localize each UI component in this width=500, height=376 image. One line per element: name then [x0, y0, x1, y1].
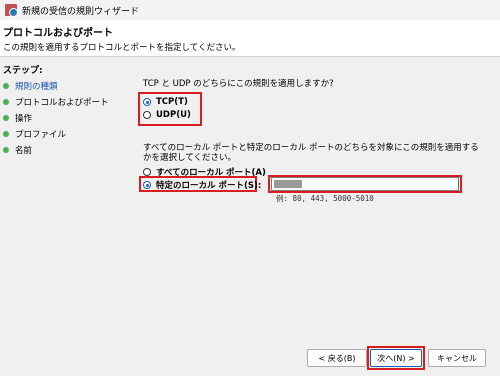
step-rule-type[interactable]: 規則の種類 — [3, 79, 58, 93]
specific-ports-input[interactable] — [271, 177, 459, 191]
step-profile[interactable]: プロファイル — [3, 127, 66, 141]
steps-title: ステップ: — [3, 66, 43, 76]
step-protocol-ports[interactable]: プロトコルおよびポート — [3, 95, 109, 109]
back-button[interactable]: < 戻る(B) — [307, 349, 367, 367]
step-label: 規則の種類 — [15, 82, 58, 92]
next-button[interactable]: 次へ(N) > — [370, 349, 422, 367]
wizard-header: プロトコルおよびポート この規則を適用するプロトコルとポートを指定してください。 — [0, 20, 500, 57]
radio-button[interactable] — [143, 111, 151, 119]
masked-port-value — [274, 180, 302, 188]
step-name[interactable]: 名前 — [3, 143, 32, 157]
tcp-label: TCP(T) — [156, 97, 188, 107]
step-status-icon — [3, 99, 9, 105]
step-label: プロファイル — [15, 130, 67, 140]
page-subtitle: この規則を適用するプロトコルとポートを指定してください。 — [3, 43, 241, 53]
specific-ports-radio[interactable]: 特定のローカル ポート(S): — [143, 179, 261, 191]
ports-question: すべてのローカル ポートと特定のローカル ポートのどちらを対象にこの規則を適用す… — [143, 143, 479, 163]
radio-button-checked[interactable] — [143, 181, 151, 189]
radio-button-checked[interactable] — [143, 98, 151, 106]
udp-label: UDP(U) — [156, 110, 191, 120]
step-status-icon — [3, 147, 9, 153]
protocol-question: TCP と UDP のどちらにこの規則を適用しますか? — [143, 79, 334, 89]
window-title: 新規の受信の規則ウィザード — [22, 6, 140, 17]
firewall-icon — [5, 4, 18, 17]
ports-example: 例: 80, 443, 5000-5010 — [276, 194, 374, 203]
steps-sidebar: ステップ: 規則の種類 プロトコルおよびポート 操作 プロファイル 名前 — [0, 57, 118, 376]
step-label: 名前 — [15, 146, 33, 156]
step-status-icon — [3, 131, 9, 137]
radio-button[interactable] — [143, 168, 151, 176]
cancel-button[interactable]: キャンセル — [428, 349, 486, 367]
step-action[interactable]: 操作 — [3, 111, 32, 125]
step-status-icon — [3, 115, 9, 121]
tcp-radio[interactable]: TCP(T) — [143, 97, 188, 107]
title-bar: 新規の受信の規則ウィザード — [0, 0, 500, 20]
step-status-icon — [3, 83, 9, 89]
udp-radio[interactable]: UDP(U) — [143, 110, 191, 120]
step-label: 操作 — [15, 114, 33, 124]
specific-ports-label: 特定のローカル ポート(S): — [156, 181, 262, 191]
page-title: プロトコルおよびポート — [3, 28, 113, 39]
step-label: プロトコルおよびポート — [15, 98, 109, 108]
